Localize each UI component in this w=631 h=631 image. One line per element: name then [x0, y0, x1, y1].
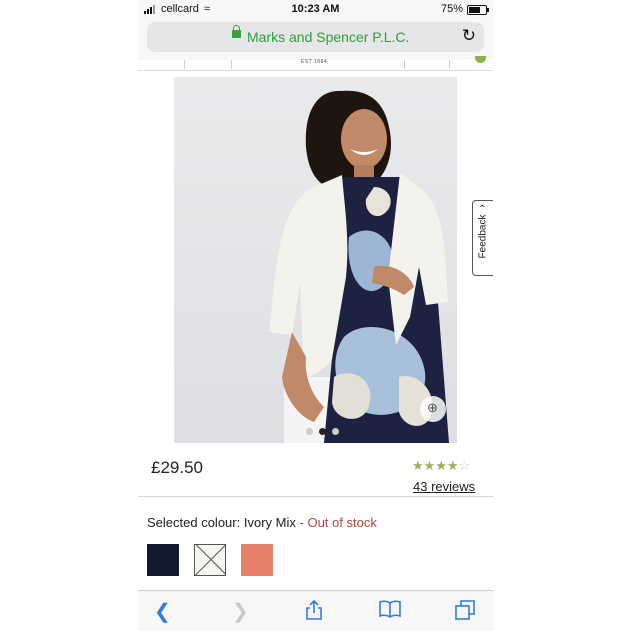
star-empty-icon: ☆	[458, 458, 471, 473]
basket-badge[interactable]	[475, 56, 486, 63]
selected-colour-row: Selected colour: Ivory Mix - Out of stoc…	[147, 515, 377, 530]
site-title: Marks and Spencer P.L.C.	[247, 29, 410, 45]
colour-label: Selected colour:	[147, 515, 241, 530]
star-filled-icon: ★	[446, 458, 459, 473]
carousel-dot[interactable]	[332, 428, 339, 435]
reload-icon[interactable]: ↻	[462, 26, 476, 46]
status-bar: cellcard ≈ 10:23 AM 75%	[138, 0, 493, 20]
header-divider	[231, 60, 232, 69]
carousel-dot[interactable]	[306, 428, 313, 435]
product-price: £29.50	[151, 458, 203, 477]
model-illustration	[269, 90, 449, 443]
colour-separator: -	[299, 515, 304, 530]
tabs-icon[interactable]	[454, 599, 476, 627]
colour-swatches	[147, 544, 273, 576]
zoom-button[interactable]: ⊕	[420, 396, 446, 422]
swatch-navy[interactable]	[147, 544, 179, 576]
chevron-left-icon[interactable]: ❮	[154, 599, 171, 624]
reviews-label: reviews	[431, 479, 476, 494]
carousel-dot-active[interactable]	[319, 428, 326, 435]
browser-toolbar: ❮ ❯	[138, 590, 493, 631]
lock-icon	[232, 25, 241, 38]
star-rating[interactable]: ★★★★☆	[412, 458, 470, 474]
swatch-ivory-mix[interactable]	[194, 544, 226, 576]
magnifier-plus-icon: ⊕	[427, 400, 438, 415]
site-header: EST 1884	[138, 56, 493, 71]
star-filled-icon: ★	[412, 458, 424, 473]
feedback-label: Feedback	[477, 214, 489, 259]
review-count: 43	[413, 479, 428, 494]
brand-est: EST 1884	[301, 59, 328, 65]
address-bar[interactable]: Marks and Spencer P.L.C. ↻	[147, 22, 484, 52]
header-divider	[184, 60, 185, 69]
header-divider	[449, 60, 450, 69]
chevron-right-icon[interactable]: ❯	[232, 599, 249, 624]
divider	[138, 496, 493, 497]
star-filled-icon: ★	[435, 458, 447, 473]
book-icon[interactable]	[378, 599, 402, 625]
battery-percent: 75%	[440, 3, 463, 15]
product-image[interactable]	[174, 77, 457, 443]
reviews-link[interactable]: 43 reviews	[413, 479, 475, 494]
feedback-tab[interactable]: ⌃ Feedback	[472, 200, 493, 276]
address-bar-container: Marks and Spencer P.L.C. ↻	[138, 20, 493, 60]
swatch-coral[interactable]	[241, 544, 273, 576]
mobile-browser: cellcard ≈ 10:23 AM 75% Marks and Spence…	[138, 0, 493, 631]
star-filled-icon: ★	[423, 458, 436, 473]
header-divider	[404, 60, 405, 69]
battery-icon	[467, 5, 489, 15]
share-icon[interactable]	[304, 599, 324, 627]
stock-status: Out of stock	[307, 515, 377, 530]
image-carousel-dots	[306, 428, 339, 435]
clock: 10:23 AM	[291, 3, 340, 15]
colour-value: Ivory Mix	[243, 515, 296, 530]
